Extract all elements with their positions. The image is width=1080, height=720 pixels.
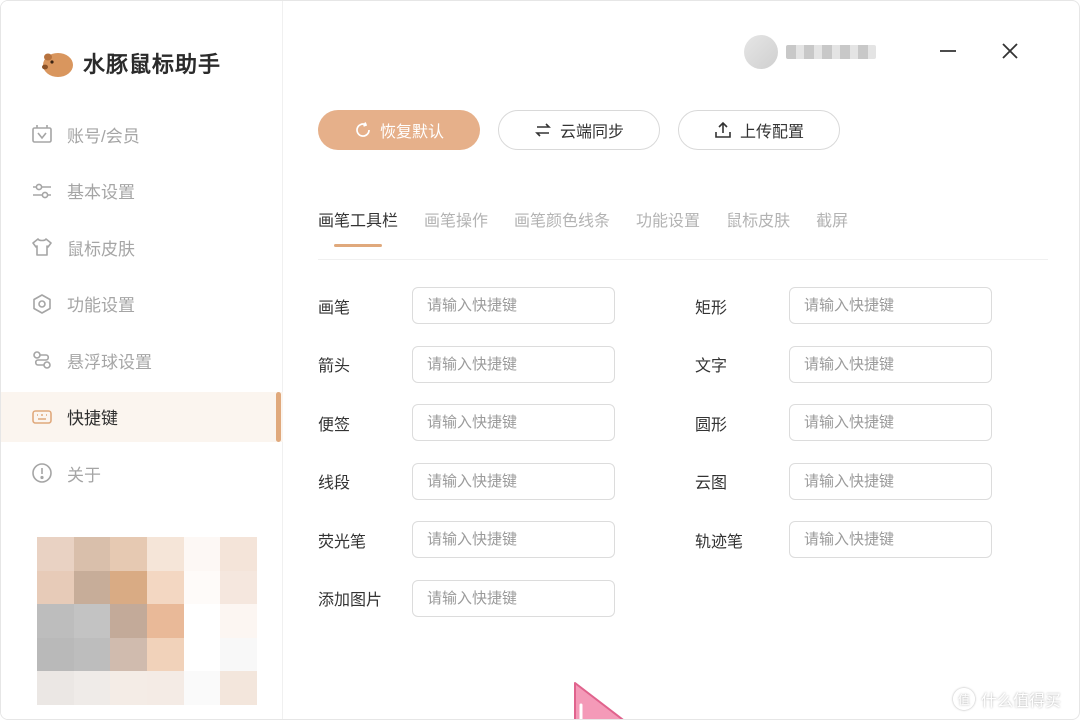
sidebar-item-basic-settings[interactable]: 基本设置: [1, 166, 283, 216]
shortcut-input[interactable]: [789, 345, 992, 383]
shortcut-label: 添加图片: [318, 592, 383, 609]
shortcut-input[interactable]: [412, 345, 615, 383]
shortcut-label: 云图: [695, 475, 728, 492]
shortcut-input[interactable]: [789, 462, 992, 500]
sync-arrows-icon: [535, 123, 551, 137]
app-title: 水豚鼠标助手: [83, 52, 222, 77]
shortcut-label: 文字: [695, 358, 728, 375]
sidebar-item-label: 基本设置: [67, 183, 135, 202]
username-blurred: [786, 45, 876, 59]
app-logo: 水豚鼠标助手: [39, 45, 221, 81]
shortcut-row: 便签: [318, 404, 615, 441]
refresh-icon: [356, 122, 370, 137]
sidebar-item-label: 快捷键: [67, 409, 118, 428]
shortcut-label: 轨迹笔: [695, 533, 744, 551]
info-icon: [31, 462, 53, 484]
shortcut-row: 云图: [695, 462, 992, 500]
upload-config-button[interactable]: 上传配置: [678, 110, 840, 150]
shortcut-label: 矩形: [695, 299, 728, 317]
shortcut-input[interactable]: [412, 287, 615, 324]
shortcut-label: 圆形: [695, 416, 728, 434]
close-icon: [1002, 43, 1018, 59]
app-window: 水豚鼠标助手 账号/会员 基本设置 鼠标皮肤 功能设置 悬浮球设置 快捷键 关于…: [0, 0, 1080, 720]
watermark: 值 什么值得买: [953, 687, 1061, 711]
tab-screenshot[interactable]: 截屏: [816, 207, 848, 247]
sidebar-item-feature-settings[interactable]: 功能设置: [1, 279, 283, 329]
sidebar-nav: 账号/会员 基本设置 鼠标皮肤 功能设置 悬浮球设置 快捷键 关于: [1, 109, 283, 505]
shortcut-tabs: 画笔工具栏 画笔操作 画笔颜色线条 功能设置 鼠标皮肤 截屏: [318, 207, 848, 247]
minimize-icon: [940, 50, 956, 52]
action-bar: 恢复默认 云端同步 上传配置: [318, 110, 840, 150]
shortcut-input[interactable]: [789, 521, 992, 558]
upload-config-label: 上传配置: [739, 124, 804, 141]
qr-code-image: [37, 537, 257, 705]
main-panel: 恢复默认 云端同步 上传配置 画笔工具栏 画笔操作 画笔颜色线条 功能设置 鼠标…: [284, 1, 1079, 719]
sidebar-item-member[interactable]: 账号/会员: [1, 109, 283, 159]
avatar: [744, 35, 778, 69]
shortcut-input[interactable]: [412, 462, 615, 500]
shortcut-row: 轨迹笔: [695, 521, 992, 558]
reset-default-label: 恢复默认: [379, 124, 444, 141]
tab-mouse-skin[interactable]: 鼠标皮肤: [726, 207, 790, 247]
shortcut-row: 添加图片: [318, 579, 615, 617]
smzdm-logo-icon: 值: [953, 688, 975, 710]
tab-pen-operation[interactable]: 画笔操作: [424, 207, 488, 247]
sidebar-item-label: 关于: [67, 465, 101, 485]
shortcut-input[interactable]: [412, 521, 615, 558]
sidebar-item-shortcuts[interactable]: 快捷键: [1, 391, 283, 442]
tab-pen-toolbar[interactable]: 画笔工具栏: [318, 207, 398, 247]
hexagon-gear-icon: [31, 293, 53, 315]
sidebar-item-about[interactable]: 关于: [1, 448, 283, 498]
upload-icon: [715, 121, 731, 138]
tshirt-icon: [31, 236, 53, 258]
sidebar-item-mouse-skin[interactable]: 鼠标皮肤: [1, 222, 283, 272]
shortcut-label: 线段: [318, 475, 351, 492]
tab-feature-settings[interactable]: 功能设置: [636, 207, 700, 247]
reset-default-button[interactable]: 恢复默认: [318, 110, 480, 150]
shortcut-row: 画笔: [318, 287, 615, 324]
float-ball-icon: [31, 349, 53, 371]
shortcut-label: 画笔: [318, 299, 351, 317]
sidebar-item-float-ball[interactable]: 悬浮球设置: [1, 335, 283, 385]
cloud-sync-label: 云端同步: [559, 124, 624, 141]
shortcut-label: 箭头: [318, 358, 351, 375]
shortcut-row: 矩形: [695, 287, 992, 324]
sliders-icon: [31, 180, 53, 202]
tab-pen-color-line[interactable]: 画笔颜色线条: [514, 207, 610, 247]
shortcut-row: 箭头: [318, 345, 615, 383]
user-profile[interactable]: [744, 35, 876, 69]
shortcut-row: 线段: [318, 462, 615, 500]
shortcut-input[interactable]: [789, 404, 992, 441]
shortcut-input[interactable]: [412, 404, 615, 441]
shortcut-row: 文字: [695, 345, 992, 383]
shortcut-input[interactable]: [412, 579, 615, 617]
keyboard-icon: [31, 406, 53, 428]
minimize-button[interactable]: [934, 37, 962, 65]
sidebar-item-label: 悬浮球设置: [67, 352, 152, 372]
sidebar-item-label: 功能设置: [67, 296, 135, 315]
mouse-cursor-icon: [574, 682, 624, 719]
shortcut-label: 荧光笔: [318, 533, 367, 551]
watermark-text: 什么值得买: [981, 693, 1062, 710]
shortcut-label: 便签: [318, 416, 351, 434]
sidebar-item-label: 账号/会员: [67, 126, 140, 146]
shortcut-row: 荧光笔: [318, 521, 615, 558]
close-button[interactable]: [996, 37, 1024, 65]
sidebar-item-label: 鼠标皮肤: [67, 239, 135, 259]
sidebar: 水豚鼠标助手 账号/会员 基本设置 鼠标皮肤 功能设置 悬浮球设置 快捷键 关于: [1, 1, 283, 719]
shortcut-row: 圆形: [695, 404, 992, 441]
shortcut-input[interactable]: [789, 287, 992, 324]
member-icon: [31, 123, 53, 145]
cloud-sync-button[interactable]: 云端同步: [498, 110, 660, 150]
capybara-logo-icon: [42, 53, 73, 77]
tabs-divider: [318, 259, 1048, 260]
